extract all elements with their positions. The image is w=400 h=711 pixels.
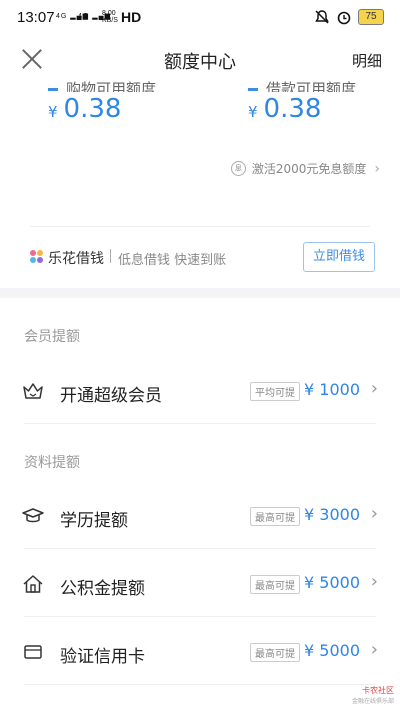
item-tag: 平均可提: [250, 382, 300, 401]
loan-promo-banner: 乐花借钱 低息借钱 快速到账 立即借钱: [0, 226, 400, 288]
graduation-cap-icon: [22, 508, 44, 523]
divider: [24, 616, 376, 617]
section-title-member: 会员提额: [24, 329, 80, 345]
chevron-right-icon: ›: [374, 160, 380, 177]
nav-bar: 额度中心 明细: [0, 36, 400, 82]
house-icon: [23, 575, 43, 593]
status-time: 13:07: [17, 9, 55, 26]
watermark-subtitle: 金融在线俱乐部: [351, 698, 394, 705]
credit-card-icon: [24, 645, 42, 659]
promo-brand: 乐花借钱: [48, 251, 104, 267]
divider: [24, 684, 376, 685]
chevron-right-icon: ›: [370, 639, 378, 660]
battery-icon: 75: [358, 9, 384, 25]
shopping-limit-value: ¥0.38: [48, 94, 122, 124]
detail-button[interactable]: 明细: [352, 50, 382, 71]
item-label: 公积金提额: [60, 579, 145, 599]
mute-icon: [315, 10, 329, 24]
loan-limit-label: 借款可用额度: [248, 78, 356, 92]
item-amount: ¥ 5000: [304, 641, 360, 660]
status-bar: 13:07 4G ▂▄▆ 4G ▂▄▆ 8.00 KB/S HD 75: [0, 0, 400, 36]
watermark-title: 卡农社区: [362, 686, 394, 695]
item-tag: 最高可提: [250, 507, 300, 526]
crown-icon: [23, 383, 43, 399]
promo-description: 低息借钱 快速到账: [118, 253, 227, 268]
divider: [110, 249, 111, 263]
shopping-limit-label: 购物可用额度: [48, 78, 156, 92]
list-item-super-member[interactable]: 开通超级会员 平均可提 ¥ 1000 ›: [0, 367, 400, 417]
borrow-now-button[interactable]: 立即借钱: [303, 242, 375, 272]
divider: [24, 548, 376, 549]
divider: [30, 226, 370, 227]
list-item-housing-fund[interactable]: 公积金提额 最高可提 ¥ 5000 ›: [0, 560, 400, 610]
item-amount: ¥ 3000: [304, 505, 360, 524]
activate-text: 激活2000元免息额度: [251, 162, 367, 176]
item-amount: ¥ 5000: [304, 573, 360, 592]
item-amount: ¥ 1000: [304, 380, 360, 399]
item-tag: 最高可提: [250, 643, 300, 662]
activate-interest-free-link[interactable]: 息 激活2000元免息额度 ›: [230, 160, 380, 177]
chevron-right-icon: ›: [370, 571, 378, 592]
item-label: 开通超级会员: [60, 386, 162, 406]
credit-limit-panel: 购物可用额度 ¥0.38 借款可用额度 ¥0.38 息 激活2000元免息额度 …: [0, 80, 400, 224]
alarm-icon: [337, 11, 351, 25]
list-item-education[interactable]: 学历提额 最高可提 ¥ 3000 ›: [0, 492, 400, 542]
brand-logo-icon: [30, 250, 44, 264]
item-label: 验证信用卡: [60, 647, 145, 667]
item-label: 学历提额: [60, 511, 128, 531]
network-speed: 8.00 KB/S: [102, 10, 118, 24]
chevron-right-icon: ›: [370, 378, 378, 399]
page-title: 额度中心: [164, 52, 236, 73]
hd-indicator: HD: [121, 9, 142, 25]
chevron-right-icon: ›: [370, 503, 378, 524]
interest-badge-icon: 息: [230, 161, 246, 176]
section-gap: [0, 288, 400, 298]
watermark: 卡农社区 金融在线俱乐部: [352, 685, 394, 705]
item-tag: 最高可提: [250, 575, 300, 594]
divider: [24, 423, 376, 424]
section-title-info: 资料提额: [24, 455, 80, 471]
list-item-credit-card[interactable]: 验证信用卡 最高可提 ¥ 5000 ›: [0, 628, 400, 678]
loan-limit-value: ¥0.38: [248, 94, 322, 124]
